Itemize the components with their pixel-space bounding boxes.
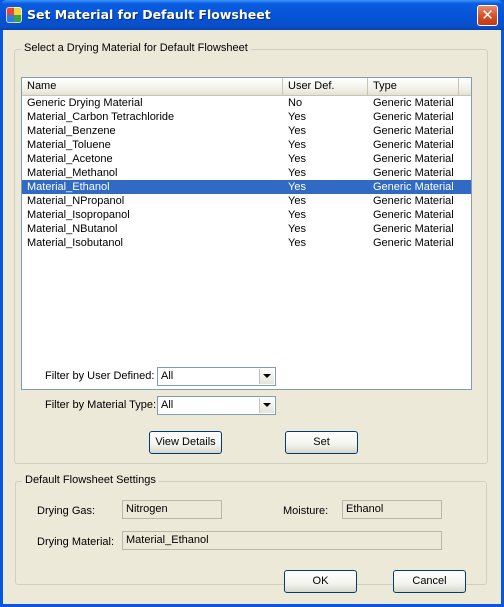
cell-user-def: Yes [288,195,306,207]
filter-type-label: Filter by Material Type: [45,399,157,411]
cell-user-def: Yes [288,139,306,151]
list-row[interactable]: Generic Drying Material No Generic Materia… [22,96,471,110]
cell-type: Generic Material [373,181,454,193]
list-row[interactable]: Material_NPropanol Yes Generic Material [22,194,471,208]
cell-type: Generic Material [373,153,454,165]
cell-type: Generic Material [373,125,454,137]
cell-type: Generic Material [373,139,454,151]
cell-type: Generic Material [373,209,454,221]
filter-user-label: Filter by User Defined: [45,370,155,382]
column-header-type[interactable]: Type [368,78,459,95]
cell-type: Generic Material [373,237,454,249]
cell-name: Material_Methanol [27,167,118,179]
view-details-button[interactable]: View Details [149,431,222,454]
cell-user-def: Yes [288,167,306,179]
column-header-user-def[interactable]: User Def. [283,78,368,95]
cell-name: Material_Ethanol [27,181,110,193]
cell-name: Material_Carbon Tetrachloride [27,111,175,123]
filter-type-value: All [161,399,174,411]
list-rows: Generic Drying Material No Generic Materia… [22,96,471,250]
cell-name: Material_NPropanol [27,195,125,207]
cell-name: Material_NButanol [27,223,118,235]
list-row[interactable]: Material_Acetone Yes Generic Material [22,152,471,166]
moisture-field: Ethanol [342,500,442,519]
cell-user-def: No [288,97,303,109]
set-button[interactable]: Set [285,431,358,454]
chevron-down-icon[interactable] [259,398,274,413]
list-row[interactable]: Material_NButanol Yes Generic Material [22,222,471,236]
column-header-name[interactable]: Name [22,78,283,95]
cell-name: Material_Benzene [27,125,116,137]
cell-type: Generic Material [373,195,454,207]
cell-user-def: Yes [288,181,306,193]
list-row[interactable]: Material_Isopropanol Yes Generic Material [22,208,471,222]
cell-user-def: Yes [288,111,306,123]
cell-name: Generic Drying Material [27,97,143,109]
list-row[interactable]: Material_Ethanol Yes Generic Material [22,180,471,194]
list-row[interactable]: Material_Methanol Yes Generic Material [22,166,471,180]
material-list[interactable]: Name User Def. Type Generic Drying Mater… [21,77,472,390]
filter-user-value: All [161,370,174,382]
dialog-window: Set Material for Default Flowsheet ✕ Sel… [0,0,504,607]
cell-type: Generic Material [373,223,454,235]
cell-name: Material_Isobutanol [27,237,124,249]
list-row[interactable]: Material_Carbon Tetrachloride Yes Generic … [22,110,471,124]
list-row[interactable]: Material_Isobutanol Yes Generic Material [22,236,471,250]
material-group-title: Select a Drying Material for Default Flo… [21,42,251,54]
list-row[interactable]: Material_Benzene Yes Generic Material [22,124,471,138]
cell-name: Material_Acetone [27,153,113,165]
cell-user-def: Yes [288,209,306,221]
dialog-body: Select a Drying Material for Default Flo… [3,30,501,604]
cell-name: Material_Toluene [27,139,111,151]
cell-name: Material_Isopropanol [27,209,130,221]
window-title: Set Material for Default Flowsheet [27,7,271,22]
cell-user-def: Yes [288,153,306,165]
filter-user-select[interactable]: All [157,367,276,386]
cell-user-def: Yes [288,223,306,235]
drying-material-label: Drying Material: [37,536,115,548]
cell-user-def: Yes [288,237,306,249]
cell-type: Generic Material [373,97,454,109]
app-icon [6,7,22,23]
chevron-down-icon[interactable] [259,369,274,384]
close-button[interactable]: ✕ [477,5,498,26]
list-row[interactable]: Material_Toluene Yes Generic Material [22,138,471,152]
drying-material-field: Material_Ethanol [122,531,442,550]
cell-type: Generic Material [373,111,454,123]
drying-gas-field: Nitrogen [122,500,222,519]
cell-user-def: Yes [288,125,306,137]
moisture-label: Moisture: [283,505,329,517]
title-bar[interactable]: Set Material for Default Flowsheet ✕ [0,0,504,30]
drying-gas-label: Drying Gas: [37,505,96,517]
settings-group-title: Default Flowsheet Settings [22,474,159,486]
cell-type: Generic Material [373,167,454,179]
list-header: Name User Def. Type [22,78,471,96]
cancel-button[interactable]: Cancel [393,570,466,593]
ok-button[interactable]: OK [284,570,357,593]
filter-type-select[interactable]: All [157,396,276,415]
